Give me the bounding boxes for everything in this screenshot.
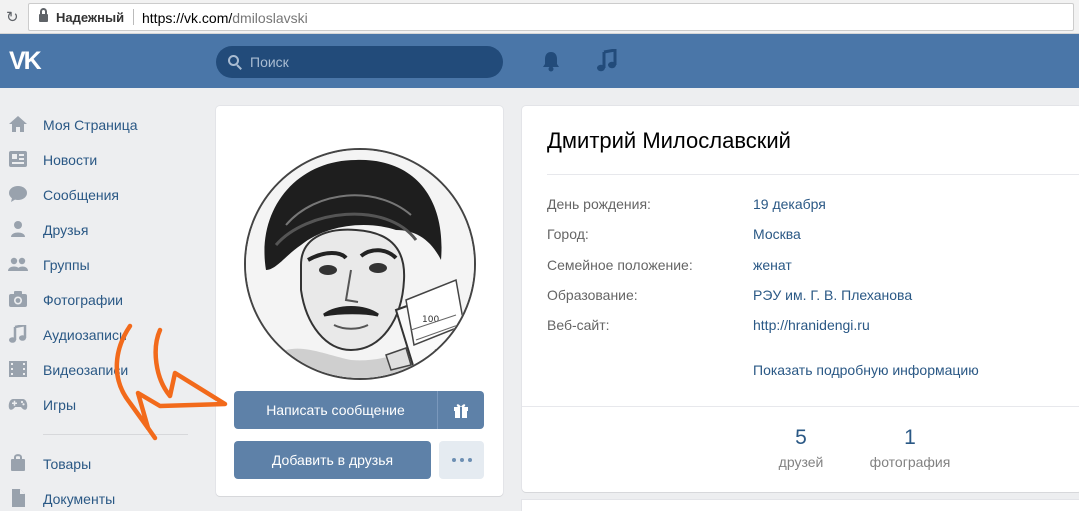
url-text[interactable]: https://vk.com/dmiloslavski	[142, 10, 308, 26]
vk-logo[interactable]: VK	[9, 48, 53, 74]
counter-number: 1	[904, 426, 916, 449]
sidebar-item-audio[interactable]: Аудиозаписи	[0, 319, 200, 349]
url-path: dmiloslavski	[232, 10, 308, 26]
counters-divider	[522, 406, 1079, 407]
profile-photo-card: 100 100 Написать сообщение Добавить в др…	[216, 106, 503, 496]
sidebar-item-games[interactable]: Игры	[0, 389, 200, 419]
shopping-bag-icon	[11, 454, 25, 471]
reload-icon[interactable]: ↻	[6, 9, 22, 25]
sidebar-item-label: Фотографии	[43, 292, 124, 308]
news-icon	[9, 151, 27, 167]
counter-number: 5	[795, 426, 807, 449]
info-value[interactable]: Москва	[753, 226, 801, 242]
name-divider	[547, 174, 1079, 175]
sidebar-item-label: Видеозаписи	[43, 362, 129, 378]
info-value[interactable]: http://hranidengi.ru	[753, 317, 870, 333]
profile-name: Дмитрий Милославский	[547, 128, 791, 153]
sidebar-item-photos[interactable]: Фотографии	[0, 284, 200, 314]
address-separator	[133, 9, 134, 25]
friends-icon	[11, 221, 25, 237]
info-label: Город:	[547, 226, 589, 242]
info-label: Семейное положение:	[547, 257, 693, 273]
more-actions-button[interactable]	[439, 441, 484, 479]
address-bar[interactable]: Надежный https://vk.com/dmiloslavski	[28, 3, 1074, 31]
video-icon	[9, 361, 27, 377]
info-row-birthday: День рождения: 19 декабря	[547, 196, 1067, 216]
groups-icon	[8, 257, 28, 271]
info-label: Образование:	[547, 287, 638, 303]
info-row-education: Образование: РЭУ им. Г. В. Плеханова	[547, 287, 1067, 307]
sidebar-item-goods[interactable]: Товары	[0, 448, 200, 478]
search-placeholder: Поиск	[250, 54, 289, 70]
profile-avatar[interactable]: 100 100	[244, 148, 476, 380]
sidebar-item-label: Группы	[43, 257, 90, 273]
next-card-edge	[522, 500, 1079, 511]
camera-icon	[9, 291, 27, 307]
sidebar-item-news[interactable]: Новости	[0, 144, 200, 174]
sidebar-item-label: Товары	[43, 456, 92, 472]
music-note-icon[interactable]	[596, 49, 618, 73]
secure-label: Надежный	[56, 10, 125, 25]
counter-label: фотография	[869, 454, 951, 470]
show-more-info-link[interactable]: Показать подробную информацию	[753, 362, 979, 378]
browser-toolbar: ↻ Надежный https://vk.com/dmiloslavski	[0, 0, 1079, 34]
sidebar-item-friends[interactable]: Друзья	[0, 214, 200, 244]
sidebar-item-video[interactable]: Видеозаписи	[0, 354, 200, 384]
avatar-portrait: 100 100	[246, 150, 474, 378]
info-value[interactable]: РЭУ им. Г. В. Плеханова	[753, 287, 912, 303]
sidebar-item-label: Сообщения	[43, 187, 119, 203]
send-gift-button[interactable]	[437, 391, 484, 429]
gift-icon	[454, 404, 468, 418]
search-input[interactable]: Поиск	[216, 46, 503, 78]
write-message-button[interactable]: Написать сообщение	[234, 391, 437, 429]
counter-photos[interactable]: 1 фотография	[855, 426, 965, 470]
profile-info-card: Дмитрий Милославский День рождения: 19 д…	[522, 106, 1079, 492]
url-host: https://vk.com/	[142, 10, 233, 26]
sidebar-item-messages[interactable]: Сообщения	[0, 179, 200, 209]
info-row-relationship: Семейное положение: женат	[547, 257, 1067, 277]
document-icon	[12, 489, 25, 507]
sidebar-item-label: Документы	[43, 491, 116, 507]
sidebar-divider	[43, 434, 188, 435]
svg-text:100: 100	[434, 348, 449, 357]
sidebar-item-label: Игры	[43, 397, 77, 413]
music-icon	[9, 325, 27, 343]
counter-label: друзей	[778, 454, 824, 470]
sidebar-item-my-page[interactable]: Моя Страница	[0, 109, 200, 139]
sidebar-item-label: Друзья	[43, 222, 89, 238]
sidebar-item-documents[interactable]: Документы	[0, 483, 200, 511]
info-label: День рождения:	[547, 196, 651, 212]
bell-icon[interactable]	[540, 50, 562, 72]
more-dots-icon	[452, 458, 472, 462]
sidebar-item-label: Новости	[43, 152, 98, 168]
info-row-city: Город: Москва	[547, 226, 1067, 246]
lock-icon	[39, 8, 48, 22]
home-icon	[9, 116, 27, 132]
site-header: VK Поиск	[0, 34, 1079, 88]
sidebar-item-label: Аудиозаписи	[43, 327, 127, 343]
info-value[interactable]: 19 декабря	[753, 196, 826, 212]
info-label: Веб-сайт:	[547, 317, 610, 333]
add-friend-button[interactable]: Добавить в друзья	[234, 441, 431, 479]
sidebar-item-groups[interactable]: Группы	[0, 249, 200, 279]
gamepad-icon	[8, 399, 28, 410]
info-row-website: Веб-сайт: http://hranidengi.ru	[547, 317, 1067, 337]
messages-icon	[9, 186, 27, 202]
info-value[interactable]: женат	[753, 257, 792, 273]
sidebar-item-label: Моя Страница	[43, 117, 138, 133]
search-icon	[228, 55, 242, 70]
counter-friends[interactable]: 5 друзей	[746, 426, 856, 470]
